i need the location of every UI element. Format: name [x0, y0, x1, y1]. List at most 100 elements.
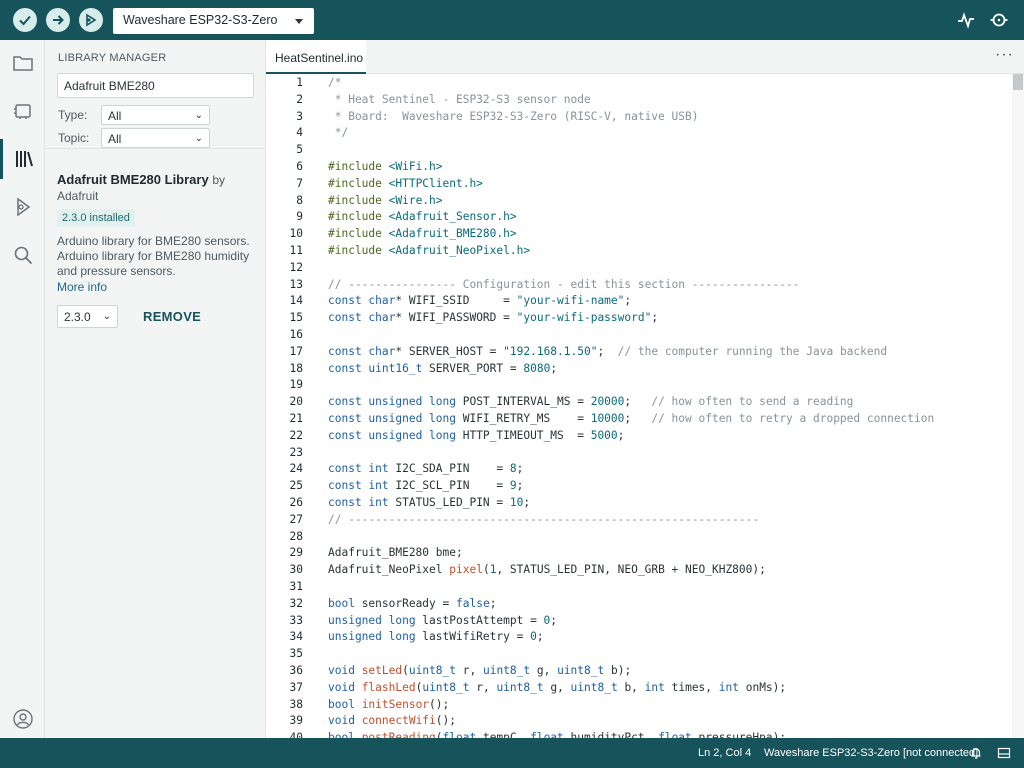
line-code: #include <HTTPClient.h> [328, 175, 483, 192]
code-token: (); [429, 697, 450, 711]
library-search-input[interactable]: Adafruit BME280 [57, 73, 254, 98]
code-line[interactable]: 13 // ---------------- Configuration - ed… [266, 276, 1006, 293]
board-status[interactable]: Waveshare ESP32-S3-Zero [not connected] [764, 747, 978, 759]
code-line[interactable]: 28 [266, 528, 1006, 545]
scrollbar-thumb[interactable] [1013, 74, 1023, 90]
code-token: char [368, 294, 396, 308]
code-line[interactable]: 34 unsigned long lastWifiRetry = 0; [266, 628, 1006, 645]
code-line[interactable]: 31 [266, 578, 1006, 595]
code-line[interactable]: 3 * Board: Waveshare ESP32-S3-Zero (RISC… [266, 108, 1006, 125]
code-line[interactable]: 33 unsigned long lastPostAttempt = 0; [266, 612, 1006, 629]
line-code: #include <Adafruit_Sensor.h> [328, 208, 517, 225]
upload-icon[interactable] [46, 8, 70, 32]
tab-heatsentinel[interactable]: HeatSentinel.ino [266, 40, 366, 74]
code-token: 20000 [590, 395, 625, 409]
code-line[interactable]: 20 const unsigned long POST_INTERVAL_MS =… [266, 393, 1006, 410]
code-token: // how often to send a reading [651, 395, 854, 409]
line-code: const int I2C_SDA_PIN = 8; [328, 460, 523, 477]
sketchbook-folder-icon[interactable] [0, 43, 45, 83]
code-line[interactable]: 10 #include <Adafruit_BME280.h> [266, 225, 1006, 242]
divider [45, 148, 265, 149]
code-line[interactable]: 15 const char* WIFI_PASSWORD = "your-wifi… [266, 309, 1006, 326]
code-line[interactable]: 17 const char* SERVER_HOST = "192.168.1.5… [266, 343, 1006, 360]
line-number: 13 [289, 277, 303, 291]
code-line[interactable]: 6 #include <WiFi.h> [266, 158, 1006, 175]
code-line[interactable]: 11 #include <Adafruit_NeoPixel.h> [266, 242, 1006, 259]
code-line[interactable]: 18 const uint16_t SERVER_PORT = 8080; [266, 360, 1006, 377]
debug-run-icon[interactable] [0, 187, 45, 227]
serial-plotter-icon[interactable] [956, 10, 976, 30]
code-token: uint8_t [557, 664, 605, 677]
code-line[interactable]: 29 Adafruit_BME280 bme; [266, 544, 1006, 561]
code-token: char [368, 311, 396, 325]
code-token: <WiFi.h> [388, 160, 443, 173]
line-number: 34 [289, 630, 303, 644]
verify-icon[interactable] [13, 8, 37, 32]
more-info-link[interactable]: More info [57, 280, 107, 294]
output-panel-icon[interactable] [997, 746, 1011, 760]
code-line[interactable]: 27 // -----------------------------------… [266, 511, 1006, 528]
topic-filter-select[interactable]: All ⌄ [101, 128, 210, 148]
code-token: ; [624, 294, 632, 308]
code-line[interactable]: 38 bool initSensor(); [266, 696, 1006, 713]
line-number: 38 [289, 697, 303, 711]
code-token: ; [597, 344, 618, 358]
code-line[interactable]: 37 void flashLed(uint8_t r, uint8_t g, ui… [266, 679, 1006, 696]
board-selector[interactable]: Waveshare ESP32-S3-Zero [113, 8, 314, 34]
more-actions-icon[interactable]: ··· [995, 46, 1014, 64]
code-line[interactable]: 22 const unsigned long HTTP_TIMEOUT_MS = … [266, 427, 1006, 444]
line-number: 12 [289, 260, 303, 274]
editor-scrollbar[interactable] [1012, 74, 1024, 738]
line-code: // ---------------- Configuration - edit… [328, 276, 799, 293]
serial-monitor-icon[interactable] [989, 10, 1009, 30]
account-icon[interactable] [0, 699, 45, 739]
cursor-position[interactable]: Ln 2, Col 4 [698, 747, 751, 759]
code-line[interactable]: 23 [266, 444, 1006, 461]
debug-icon[interactable] [79, 8, 103, 32]
line-code: unsigned long lastPostAttempt = 0; [328, 612, 557, 629]
code-line[interactable]: 36 void setLed(uint8_t r, uint8_t g, uint… [266, 662, 1006, 679]
code-token: "your-wifi-name" [516, 294, 625, 308]
search-icon[interactable] [0, 235, 45, 275]
remove-button[interactable]: REMOVE [143, 309, 201, 324]
code-line[interactable]: 8 #include <Wire.h> [266, 192, 1006, 209]
line-number: 16 [289, 328, 303, 341]
code-line[interactable]: 39 void connectWifi(); [266, 712, 1006, 729]
code-token: ; [516, 479, 524, 493]
code-token: "192.168.1.50" [503, 344, 598, 358]
code-token: void [328, 680, 362, 694]
code-line[interactable]: 9 #include <Adafruit_Sensor.h> [266, 208, 1006, 225]
code-line[interactable]: 2 * Heat Sentinel - ESP32-S3 sensor node [266, 91, 1006, 108]
version-select[interactable]: 2.3.0 ⌄ [57, 305, 118, 328]
boards-manager-icon[interactable] [0, 91, 45, 131]
code-line[interactable]: 5 [266, 141, 1006, 158]
code-line[interactable]: 35 [266, 645, 1006, 662]
code-line[interactable]: 25 const int I2C_SCL_PIN = 9; [266, 477, 1006, 494]
code-line[interactable]: 19 [266, 376, 1006, 393]
code-line[interactable]: 4 */ [266, 124, 1006, 141]
code-line[interactable]: 24 const int I2C_SDA_PIN = 8; [266, 460, 1006, 477]
code-token: <Adafruit_NeoPixel.h> [388, 244, 531, 257]
type-filter-select[interactable]: All ⌄ [101, 105, 210, 125]
library-result-title: Adafruit BME280 Library by [57, 171, 257, 189]
code-line[interactable]: 21 const unsigned long WIFI_RETRY_MS = 10… [266, 410, 1006, 427]
code-token: #include [328, 210, 389, 224]
code-line[interactable]: 30 Adafruit_NeoPixel pixel(1, STATUS_LED_… [266, 561, 1006, 578]
notifications-icon[interactable] [969, 746, 983, 760]
line-code: bool sensorReady = false; [328, 595, 496, 612]
code-token: r, [469, 680, 497, 694]
code-line[interactable]: 1 /* [266, 74, 1006, 91]
code-line[interactable]: 32 bool sensorReady = false; [266, 595, 1006, 612]
library-manager-icon[interactable] [0, 139, 45, 179]
code-line[interactable]: 16 [266, 326, 1006, 343]
code-line[interactable]: 14 const char* WIFI_SSID = "your-wifi-nam… [266, 292, 1006, 309]
code-token: const [328, 311, 369, 325]
code-token: ; [523, 496, 531, 509]
code-editor[interactable]: 1 /* 2 * Heat Sentinel - ESP32-S3 sensor n… [266, 74, 1024, 744]
code-token: WIFI_RETRY_MS = [455, 412, 591, 425]
code-token: uint8_t [570, 680, 618, 694]
code-line[interactable]: 12 [266, 259, 1006, 276]
code-line[interactable]: 7 #include <HTTPClient.h> [266, 175, 1006, 192]
code-token: uint8_t [482, 664, 531, 677]
code-line[interactable]: 26 const int STATUS_LED_PIN = 10; [266, 494, 1006, 511]
